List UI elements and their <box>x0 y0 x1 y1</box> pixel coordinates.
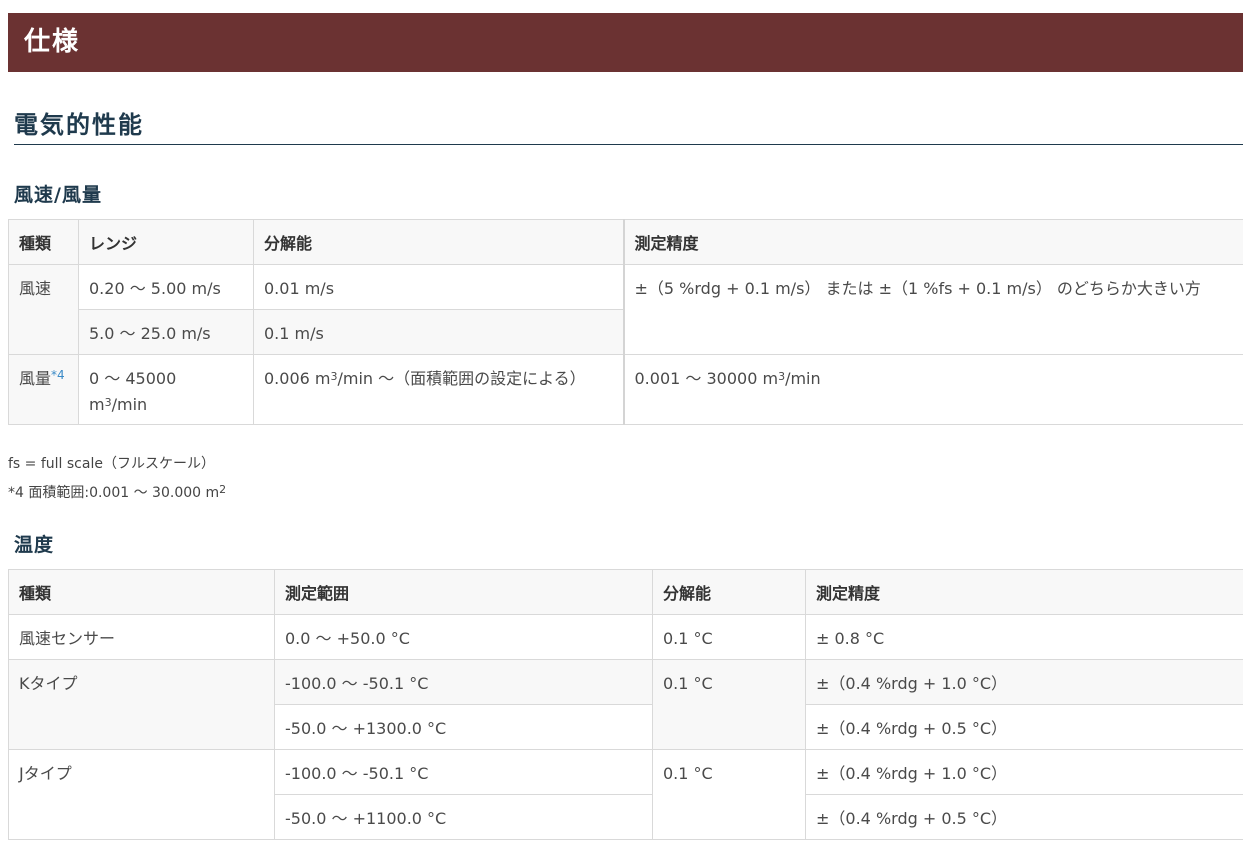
table-header-row: 種類 レンジ 分解能 測定精度 <box>8 219 1243 265</box>
cell-range: -100.0 〜 -50.1 °C <box>274 749 653 795</box>
section-heading: 電気的性能 <box>14 108 1243 145</box>
cell-range: -100.0 〜 -50.1 °C <box>274 659 653 705</box>
table-row: Kタイプ -100.0 〜 -50.1 °C 0.1 °C ±（0.4 %rdg… <box>8 659 1243 750</box>
footnote-area-exponent: 2 <box>219 483 227 496</box>
page-title-banner: 仕様 <box>8 13 1243 72</box>
cell-range: 0 〜 45000 m3/min <box>78 354 254 425</box>
header-accuracy: 測定精度 <box>805 569 1243 615</box>
footnote-fs: fs = full scale（フルスケール） <box>8 456 215 472</box>
table-row: Jタイプ -100.0 〜 -50.1 °C 0.1 °C ±（0.4 %rdg… <box>8 749 1243 840</box>
cell-resolution: 0.01 m/s <box>253 264 624 310</box>
resolution-suffix: /min 〜（面積範囲の設定による） <box>337 369 586 388</box>
cell-type: Kタイプ <box>8 659 275 750</box>
cell-type: 風量*4 <box>8 354 79 425</box>
table-row: 風速 0.20 〜 5.00 m/s 0.01 m/s ±（5 %rdg + 0… <box>8 264 1243 355</box>
cell-type: 風速センサー <box>8 614 275 660</box>
cell-range: -50.0 〜 +1100.0 °C <box>274 794 653 840</box>
accuracy-unit-suffix: /min <box>785 369 821 388</box>
cell-type-label: 風量 <box>19 369 52 388</box>
table-row: 風速センサー 0.0 〜 +50.0 °C 0.1 °C ± 0.8 °C <box>8 614 1243 660</box>
temp-spec-table: 種類 測定範囲 分解能 測定精度 風速センサー 0.0 〜 +50.0 °C 0… <box>8 569 1243 840</box>
header-accuracy: 測定精度 <box>622 219 1243 265</box>
header-type: 種類 <box>8 219 79 265</box>
cell-resolution: 0.1 °C <box>652 659 806 750</box>
header-resolution: 分解能 <box>253 219 624 265</box>
footnote-mark: *4 <box>51 368 65 382</box>
header-range: レンジ <box>78 219 254 265</box>
cell-range: 0.20 〜 5.00 m/s <box>78 264 254 310</box>
cell-accuracy: ±（0.4 %rdg + 1.0 °C） <box>805 749 1243 795</box>
cell-accuracy: ±（0.4 %rdg + 0.5 °C） <box>805 794 1243 840</box>
cell-resolution: 0.1 m/s <box>253 309 624 355</box>
cell-resolution: 0.006 m3/min 〜（面積範囲の設定による） <box>253 354 624 425</box>
cell-accuracy: ± 0.8 °C <box>805 614 1243 660</box>
cell-accuracy: ±（0.4 %rdg + 0.5 °C） <box>805 704 1243 750</box>
cell-type: Jタイプ <box>8 749 275 840</box>
resolution-unit-exponent: 3 <box>330 370 338 383</box>
range-unit-exponent: 3 <box>104 396 112 409</box>
cell-range: 0.0 〜 +50.0 °C <box>274 614 653 660</box>
accuracy-unit-exponent: 3 <box>778 370 786 383</box>
cell-resolution: 0.1 °C <box>652 614 806 660</box>
header-type: 種類 <box>8 569 275 615</box>
table-header-row: 種類 測定範囲 分解能 測定精度 <box>8 569 1243 615</box>
range-value: 0 〜 45000 <box>89 369 177 388</box>
cell-range: 5.0 〜 25.0 m/s <box>78 309 254 355</box>
range-unit-suffix: /min <box>111 395 148 414</box>
range-unit: m <box>89 395 105 414</box>
cell-resolution: 0.1 °C <box>652 749 806 840</box>
wind-heading: 風速/風量 <box>14 184 102 206</box>
cell-accuracy: ±（0.4 %rdg + 1.0 °C） <box>805 659 1243 705</box>
header-resolution: 分解能 <box>652 569 806 615</box>
cell-type: 風速 <box>8 264 79 355</box>
cell-accuracy: ±（5 %rdg + 0.1 m/s） または ±（1 %fs + 0.1 m/… <box>622 264 1243 355</box>
footnote-area: *4 面積範囲:0.001 〜 30.000 m2 <box>8 482 226 502</box>
accuracy-value: 0.001 〜 30000 m <box>634 369 779 388</box>
page-title: 仕様 <box>24 27 81 57</box>
wind-spec-table: 種類 レンジ 分解能 測定精度 風速 0.20 〜 5.00 m/s 0.01 … <box>8 219 1243 425</box>
cell-accuracy: 0.001 〜 30000 m3/min <box>622 354 1243 425</box>
cell-range: -50.0 〜 +1300.0 °C <box>274 704 653 750</box>
footnote-area-text: *4 面積範囲:0.001 〜 30.000 m <box>8 485 220 501</box>
header-range: 測定範囲 <box>274 569 653 615</box>
resolution-value: 0.006 m <box>264 369 331 388</box>
table-row: 風量*4 0 〜 45000 m3/min 0.006 m3/min 〜（面積範囲… <box>8 354 1243 425</box>
temp-heading: 温度 <box>14 534 55 556</box>
